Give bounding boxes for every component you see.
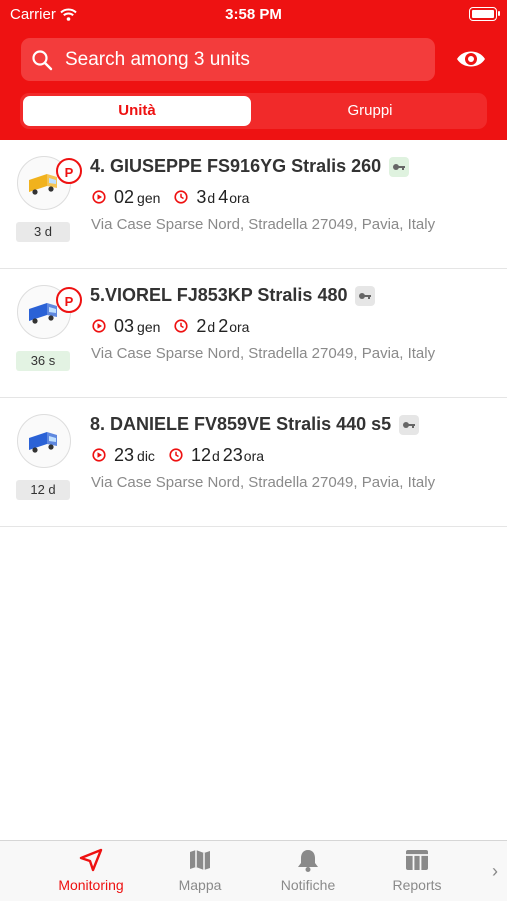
start-day: 03 [114,316,135,336]
search-icon [32,49,53,70]
play-circle-icon [92,448,106,462]
search-input[interactable]: Search among 3 units [21,38,435,81]
tab-monitoring-label: Monitoring [58,877,124,893]
duration-days: 12 [190,445,211,465]
unit-address: Via Case Sparse Nord, Stradella 27049, P… [91,345,436,362]
trip-info: 03 gen 2 d 2 ora [92,316,249,337]
duration-hours-unit: ora [229,319,250,335]
duration-days-unit: d [207,319,216,335]
duration-hours-unit: ora [229,190,250,206]
eye-icon[interactable] [455,45,487,73]
duration-days-unit: d [207,190,216,206]
trip-info: 23 dic 12 d 23 ora [92,445,264,466]
duration-hours: 2 [218,316,229,336]
duration-hours: 23 [222,445,243,465]
clock-icon [174,319,188,333]
truck-icon [29,432,57,453]
start-month: gen [137,319,161,335]
tab-notifiche[interactable]: Notifiche [258,847,358,893]
duration-hours: 4 [218,187,229,207]
key-icon [355,285,376,306]
tab-monitoring[interactable]: Monitoring [41,847,141,893]
clock-icon [169,448,183,462]
header: Carrier 3:58 PM Search among 3 units Uni… [0,0,507,140]
clock-icon [174,190,188,204]
key-icon [389,156,410,177]
search-placeholder: Search among 3 units [65,48,250,70]
tab-mappa-label: Mappa [178,877,222,893]
tab-bar: Monitoring Mappa Notifiche Reports › [0,840,507,901]
play-circle-icon [92,190,106,204]
duration-days-unit: d [211,448,220,464]
unit-title-group: 4. GIUSEPPE FS916YG Stralis 260 [90,156,410,177]
unit-name: 8. DANIELE FV859VE Stralis 440 s5 [90,414,392,434]
parking-icon: P [56,287,82,313]
duration-days: 3 [196,187,207,207]
parking-icon: P [56,158,82,184]
trip-info: 02 gen 3 d 4 ora [92,187,249,208]
age-badge: 36 s [16,351,70,371]
list-item[interactable]: P 36 s 5.VIOREL FJ853KP Stralis 480 03 g… [0,269,507,398]
tab-notifiche-label: Notifiche [280,877,336,893]
tab-unita[interactable]: Unità [23,96,251,126]
duration-hours-unit: ora [243,448,265,464]
age-badge: 12 d [16,480,70,500]
status-time: 3:58 PM [225,6,282,23]
vehicle-avatar [17,414,71,468]
tab-reports[interactable]: Reports [367,847,467,893]
unit-name: 5.VIOREL FJ853KP Stralis 480 [90,285,348,305]
bell-icon [298,850,318,872]
duration-days: 2 [196,316,207,336]
tab-mappa[interactable]: Mappa [150,847,250,893]
start-day: 23 [114,445,135,465]
unit-title-group: 5.VIOREL FJ853KP Stralis 480 [90,285,376,306]
chevron-right-icon[interactable]: › [492,861,498,882]
start-month: gen [137,190,161,206]
key-icon [399,414,420,435]
unit-address: Via Case Sparse Nord, Stradella 27049, P… [91,474,436,491]
tab-reports-label: Reports [392,877,442,893]
unit-address: Via Case Sparse Nord, Stradella 27049, P… [91,216,436,233]
play-circle-icon [92,319,106,333]
unit-name: 4. GIUSEPPE FS916YG Stralis 260 [90,156,382,176]
tab-gruppi[interactable]: Gruppi [256,96,484,126]
navigation-arrow-icon [79,848,103,872]
start-day: 02 [114,187,135,207]
unit-title-group: 8. DANIELE FV859VE Stralis 440 s5 [90,414,420,435]
list-item[interactable]: P 3 d 4. GIUSEPPE FS916YG Stralis 260 02… [0,140,507,269]
battery-icon [469,7,500,21]
map-icon [190,850,210,870]
table-icon [406,850,428,870]
status-bar: Carrier 3:58 PM [0,0,507,28]
unit-list: P 3 d 4. GIUSEPPE FS916YG Stralis 260 02… [0,140,507,527]
list-item[interactable]: 12 d 8. DANIELE FV859VE Stralis 440 s5 2… [0,398,507,527]
age-badge: 3 d [16,222,70,242]
segmented-control: Unità Gruppi [20,93,487,129]
start-month: dic [137,448,155,464]
